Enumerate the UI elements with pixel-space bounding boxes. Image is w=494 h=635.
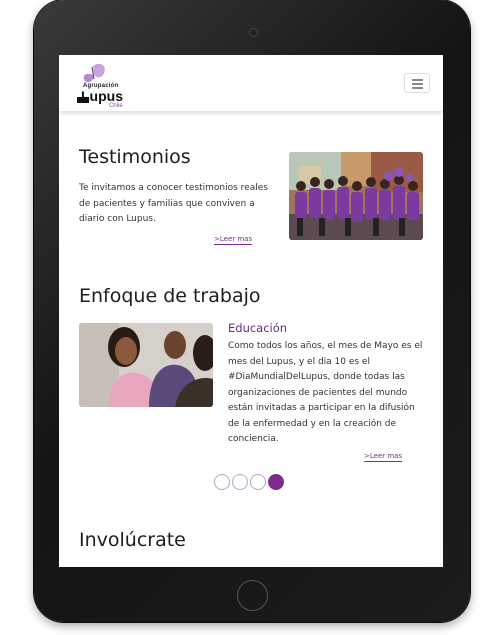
testimonios-title: Testimonios (79, 146, 191, 168)
screen: Agrupación Lupus Chile Testimonios Te in… (59, 55, 443, 567)
hamburger-line (412, 79, 423, 81)
camera-dot (249, 28, 258, 37)
site-header: Agrupación Lupus Chile (59, 55, 443, 111)
carousel-dot-4[interactable] (268, 474, 284, 490)
carousel-pagination (214, 474, 294, 490)
group-photo-image (289, 152, 423, 240)
consultation-photo-image (79, 323, 213, 407)
enfoque-slide-text: Como todos los años, el mes de Mayo es e… (228, 341, 423, 444)
enfoque-slide-title: Educación (228, 321, 288, 335)
carousel-dot-1[interactable] (214, 474, 230, 490)
hamburger-line (412, 87, 423, 89)
testimonios-group-photo[interactable] (289, 152, 423, 240)
tablet-frame: Agrupación Lupus Chile Testimonios Te in… (34, 0, 470, 622)
enfoque-title: Enfoque de trabajo (79, 285, 261, 307)
home-button[interactable] (237, 580, 268, 611)
involucrate-title: Involúcrate (79, 529, 186, 551)
enfoque-leer-mas-link[interactable]: >Leer mas (364, 452, 403, 462)
logo-text-lupus: Lupus (81, 88, 123, 104)
carousel-dot-2[interactable] (232, 474, 248, 490)
logo-text-chile: Chile (109, 103, 123, 109)
site-logo[interactable]: Agrupación Lupus Chile (71, 61, 131, 109)
carousel-dot-3[interactable] (250, 474, 266, 490)
hamburger-menu-button[interactable] (404, 73, 430, 93)
testimonios-text: Te invitamos a conocer testimonios reale… (79, 183, 268, 224)
testimonios-leer-mas-link[interactable]: >Leer mas (214, 235, 253, 245)
enfoque-slide-photo[interactable] (79, 323, 213, 407)
hamburger-line (412, 83, 423, 85)
